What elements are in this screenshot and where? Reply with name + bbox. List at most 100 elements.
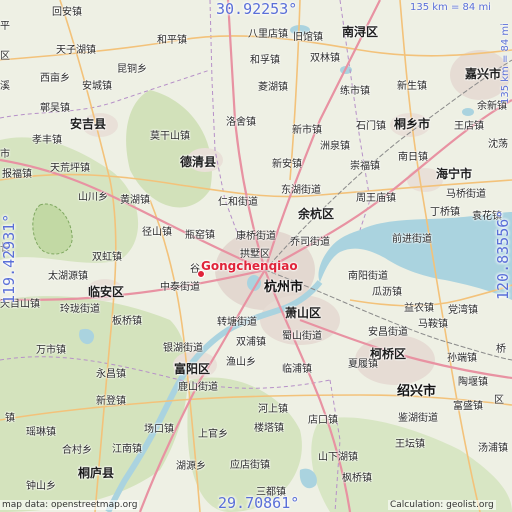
place-label: 石门镇	[356, 121, 386, 132]
place-label: 天子湖镇	[56, 45, 96, 56]
place-label: 回安镇	[52, 7, 82, 18]
place-label: 安吉县	[70, 117, 107, 131]
place-label: 区	[0, 51, 10, 62]
place-label: 瑶琳镇	[26, 427, 56, 438]
place-label: 钟山乡	[26, 481, 56, 492]
left-longitude: 119.42931°	[0, 213, 18, 304]
place-label: 旧馆镇	[293, 32, 323, 43]
place-label: 孙端镇	[447, 353, 477, 364]
place-label: 海宁市	[436, 167, 473, 181]
place-label: 万市镇	[36, 345, 66, 356]
place-label: 应店街镇	[230, 460, 270, 471]
place-label: 南阳街道	[348, 271, 388, 282]
place-label: 山下湖镇	[318, 452, 358, 463]
place-label: 东湖街道	[281, 185, 321, 196]
place-label: 太湖源镇	[48, 271, 88, 282]
place-label: 富阳区	[174, 362, 211, 376]
place-label: 桐庐县	[78, 466, 115, 480]
place-label: 绍兴市	[397, 384, 437, 399]
place-label: 场口镇	[144, 424, 174, 435]
place-label: 湖源乡	[176, 461, 206, 472]
place-label: 汤浦镇	[478, 443, 508, 454]
place-label: 和平镇	[157, 35, 187, 46]
place-label: 中泰街道	[160, 282, 200, 293]
place-label: 双浦镇	[236, 337, 266, 348]
place-label: 双虹镇	[92, 252, 122, 263]
place-label: 新安镇	[272, 159, 302, 170]
place-label: 拱墅区	[240, 249, 270, 260]
place-label: 嘉兴市	[465, 67, 502, 81]
place-label: 莫干山镇	[150, 131, 190, 142]
place-label: 转塘街道	[217, 317, 257, 328]
place-label: 瓜沥镇	[372, 287, 402, 298]
place-label: 店口镇	[308, 415, 338, 426]
place-label: 区	[494, 395, 504, 406]
place-label: 党湾镇	[448, 305, 478, 316]
bottom-latitude: 29.70861°	[218, 494, 300, 512]
place-label: 南日镇	[398, 152, 428, 163]
horizontal-scale: 135 km = 84 mi	[410, 2, 491, 13]
place-label: 菱湖镇	[258, 82, 288, 93]
place-label: 康桥街道	[236, 231, 276, 242]
place-label: 天荒坪镇	[50, 163, 90, 174]
place-label: 瓶窑镇	[185, 230, 215, 241]
place-label: 山川乡	[78, 192, 108, 203]
place-label: 蜀山街道	[282, 331, 322, 342]
place-label: 市	[0, 149, 10, 160]
place-label: 新登镇	[96, 396, 126, 407]
place-label: 崇福镇	[350, 161, 380, 172]
place-label: 孝丰镇	[32, 135, 62, 146]
place-label: 黄湖镇	[120, 195, 150, 206]
place-label: 丁桥镇	[430, 207, 460, 218]
place-label: 枫桥镇	[342, 473, 372, 484]
place-label: 桐乡市	[394, 117, 431, 131]
place-label: 临浦镇	[282, 364, 312, 375]
place-label: 益农镇	[404, 303, 434, 314]
place-label: 玲珑街道	[60, 304, 100, 315]
place-label: 西亩乡	[40, 73, 70, 84]
place-label: 杭州市	[264, 280, 304, 295]
place-label: 板桥镇	[112, 316, 142, 327]
place-label: 德清县	[180, 155, 217, 169]
place-label: 王坛镇	[395, 439, 425, 450]
place-label: 桥	[496, 344, 506, 355]
place-label: 王店镇	[454, 121, 484, 132]
place-label: 马鞍镇	[418, 319, 448, 330]
place-label: 新生镇	[397, 81, 427, 92]
place-label: 富盛镇	[453, 401, 483, 412]
place-label: 河上镇	[258, 404, 288, 415]
calculation-credit[interactable]: Calculation: geolist.org	[388, 500, 496, 510]
map-viewport[interactable]: 回安镇 八里店镇 南浔区 旧馆镇 和平镇 和孚镇 双林镇 嘉兴市 天子湖镇 昆铜…	[0, 0, 512, 512]
top-latitude: 30.92253°	[216, 0, 298, 18]
place-label: 夏履镇	[348, 359, 378, 370]
place-label: 鄣吴镇	[40, 103, 70, 114]
place-label: 练市镇	[340, 86, 370, 97]
place-label: 上官乡	[198, 429, 228, 440]
map-attribution[interactable]: map data: openstreetmap.org	[0, 500, 140, 510]
place-label: 乔司街道	[290, 237, 330, 248]
right-longitude: 120.83556°	[494, 209, 512, 300]
place-label: 前进街道	[392, 234, 432, 245]
place-label: 平	[0, 21, 10, 32]
place-label: 陶堰镇	[458, 377, 488, 388]
place-label: 溪	[0, 81, 10, 92]
place-label: 马桥街道	[446, 189, 486, 200]
place-label: 镇	[5, 413, 15, 424]
place-label: 径山镇	[142, 227, 172, 238]
place-label: 新市镇	[292, 125, 322, 136]
place-label: 楼塔镇	[254, 423, 284, 434]
place-label: 鹿山街道	[178, 382, 218, 393]
place-label: 洲泉镇	[320, 141, 350, 152]
place-label: 洛舍镇	[226, 117, 256, 128]
place-label: 南浔区	[342, 25, 379, 39]
place-label: 永昌镇	[96, 369, 126, 380]
place-label: 合村乡	[62, 445, 92, 456]
place-label: 报福镇	[2, 169, 32, 180]
place-label: 谷	[190, 264, 200, 275]
place-label: 周王庙镇	[356, 193, 396, 204]
place-label: 沈荡	[488, 139, 508, 150]
place-label: 仁和街道	[218, 197, 258, 208]
place-label: 渔山乡	[226, 357, 256, 368]
place-label: 银湖街道	[163, 343, 203, 354]
place-label: 临安区	[88, 285, 125, 299]
